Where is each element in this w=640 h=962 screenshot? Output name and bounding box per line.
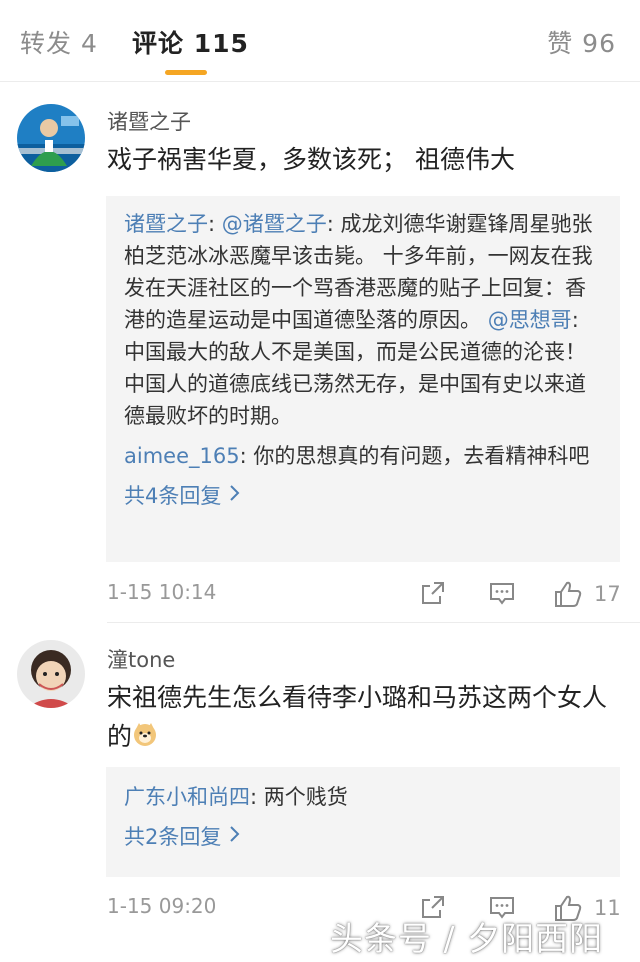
- tab-reposts[interactable]: 转发 4: [20, 24, 98, 60]
- comment-meta: 1-15 10:14 17: [107, 580, 621, 612]
- active-tab-indicator: [165, 70, 207, 75]
- reply-text: : 你的思想真的有问题，去看精神科吧: [239, 444, 590, 468]
- comment-username[interactable]: 潼tone: [107, 644, 175, 674]
- reply-username[interactable]: 广东小和尚四: [124, 785, 250, 809]
- reply-item: 诸暨之子: @诸暨之子: 成龙刘德华谢霆锋周星驰张柏芝范冰冰恶魔早该击毙。 十多…: [124, 208, 602, 432]
- reply-separator: :: [208, 212, 222, 236]
- tab-comments[interactable]: 评论 115: [132, 24, 249, 60]
- reply-username[interactable]: 诸暨之子: [124, 212, 208, 236]
- more-replies-label: 共4条回复: [124, 484, 222, 508]
- tab-bar: 转发 4 评论 115 赞 96: [0, 0, 640, 82]
- more-replies-label: 共2条回复: [124, 825, 222, 849]
- comment-item: 诸暨之子 戏子祸害华夏，多数该死； 祖德伟大 诸暨之子: @诸暨之子: 成龙刘德…: [0, 82, 640, 622]
- avatar[interactable]: [17, 640, 85, 708]
- comment-content: 戏子祸害华夏，多数该死； 祖德伟大: [107, 145, 515, 174]
- avatar[interactable]: [17, 104, 85, 172]
- more-replies-link[interactable]: 共2条回复: [124, 821, 602, 851]
- reply-text: : 两个贱货: [250, 785, 348, 809]
- comment-time: 1-15 09:20: [107, 894, 217, 918]
- reply-item: aimee_165: 你的思想真的有问题，去看精神科吧: [124, 440, 602, 472]
- more-replies-link[interactable]: 共4条回复: [124, 480, 602, 510]
- comment-text: 宋祖德先生怎么看待李小璐和马苏这两个女人的: [107, 683, 608, 751]
- tab-likes[interactable]: 赞 96: [547, 24, 616, 60]
- mention-link[interactable]: @思想哥: [488, 308, 572, 332]
- replies-box[interactable]: 诸暨之子: @诸暨之子: 成龙刘德华谢霆锋周星驰张柏芝范冰冰恶魔早该击毙。 十多…: [106, 196, 620, 562]
- share-icon[interactable]: [420, 580, 446, 610]
- doge-emoji-icon: [132, 719, 158, 758]
- mention-link[interactable]: @诸暨之子: [222, 212, 327, 236]
- chevron-right-icon: [229, 824, 241, 848]
- comment-icon[interactable]: [488, 580, 516, 612]
- thumbs-up-icon[interactable]: [553, 580, 583, 612]
- replies-box[interactable]: 广东小和尚四: 两个贱货 共2条回复: [106, 767, 620, 877]
- comment-item: 潼tone 宋祖德先生怎么看待李小璐和马苏这两个女人的 广东小和尚四: 两个贱货…: [0, 622, 640, 952]
- comment-username[interactable]: 诸暨之子: [107, 106, 191, 136]
- comment-time: 1-15 10:14: [107, 580, 217, 604]
- reply-username[interactable]: aimee_165: [124, 444, 240, 468]
- watermark: 头条号 / 夕阳西阳: [330, 919, 604, 958]
- reply-item: 广东小和尚四: 两个贱货: [124, 781, 602, 813]
- like-count: 17: [594, 582, 621, 606]
- chevron-right-icon: [229, 483, 241, 507]
- comment-content: 宋祖德先生怎么看待李小璐和马苏这两个女人的: [107, 678, 617, 758]
